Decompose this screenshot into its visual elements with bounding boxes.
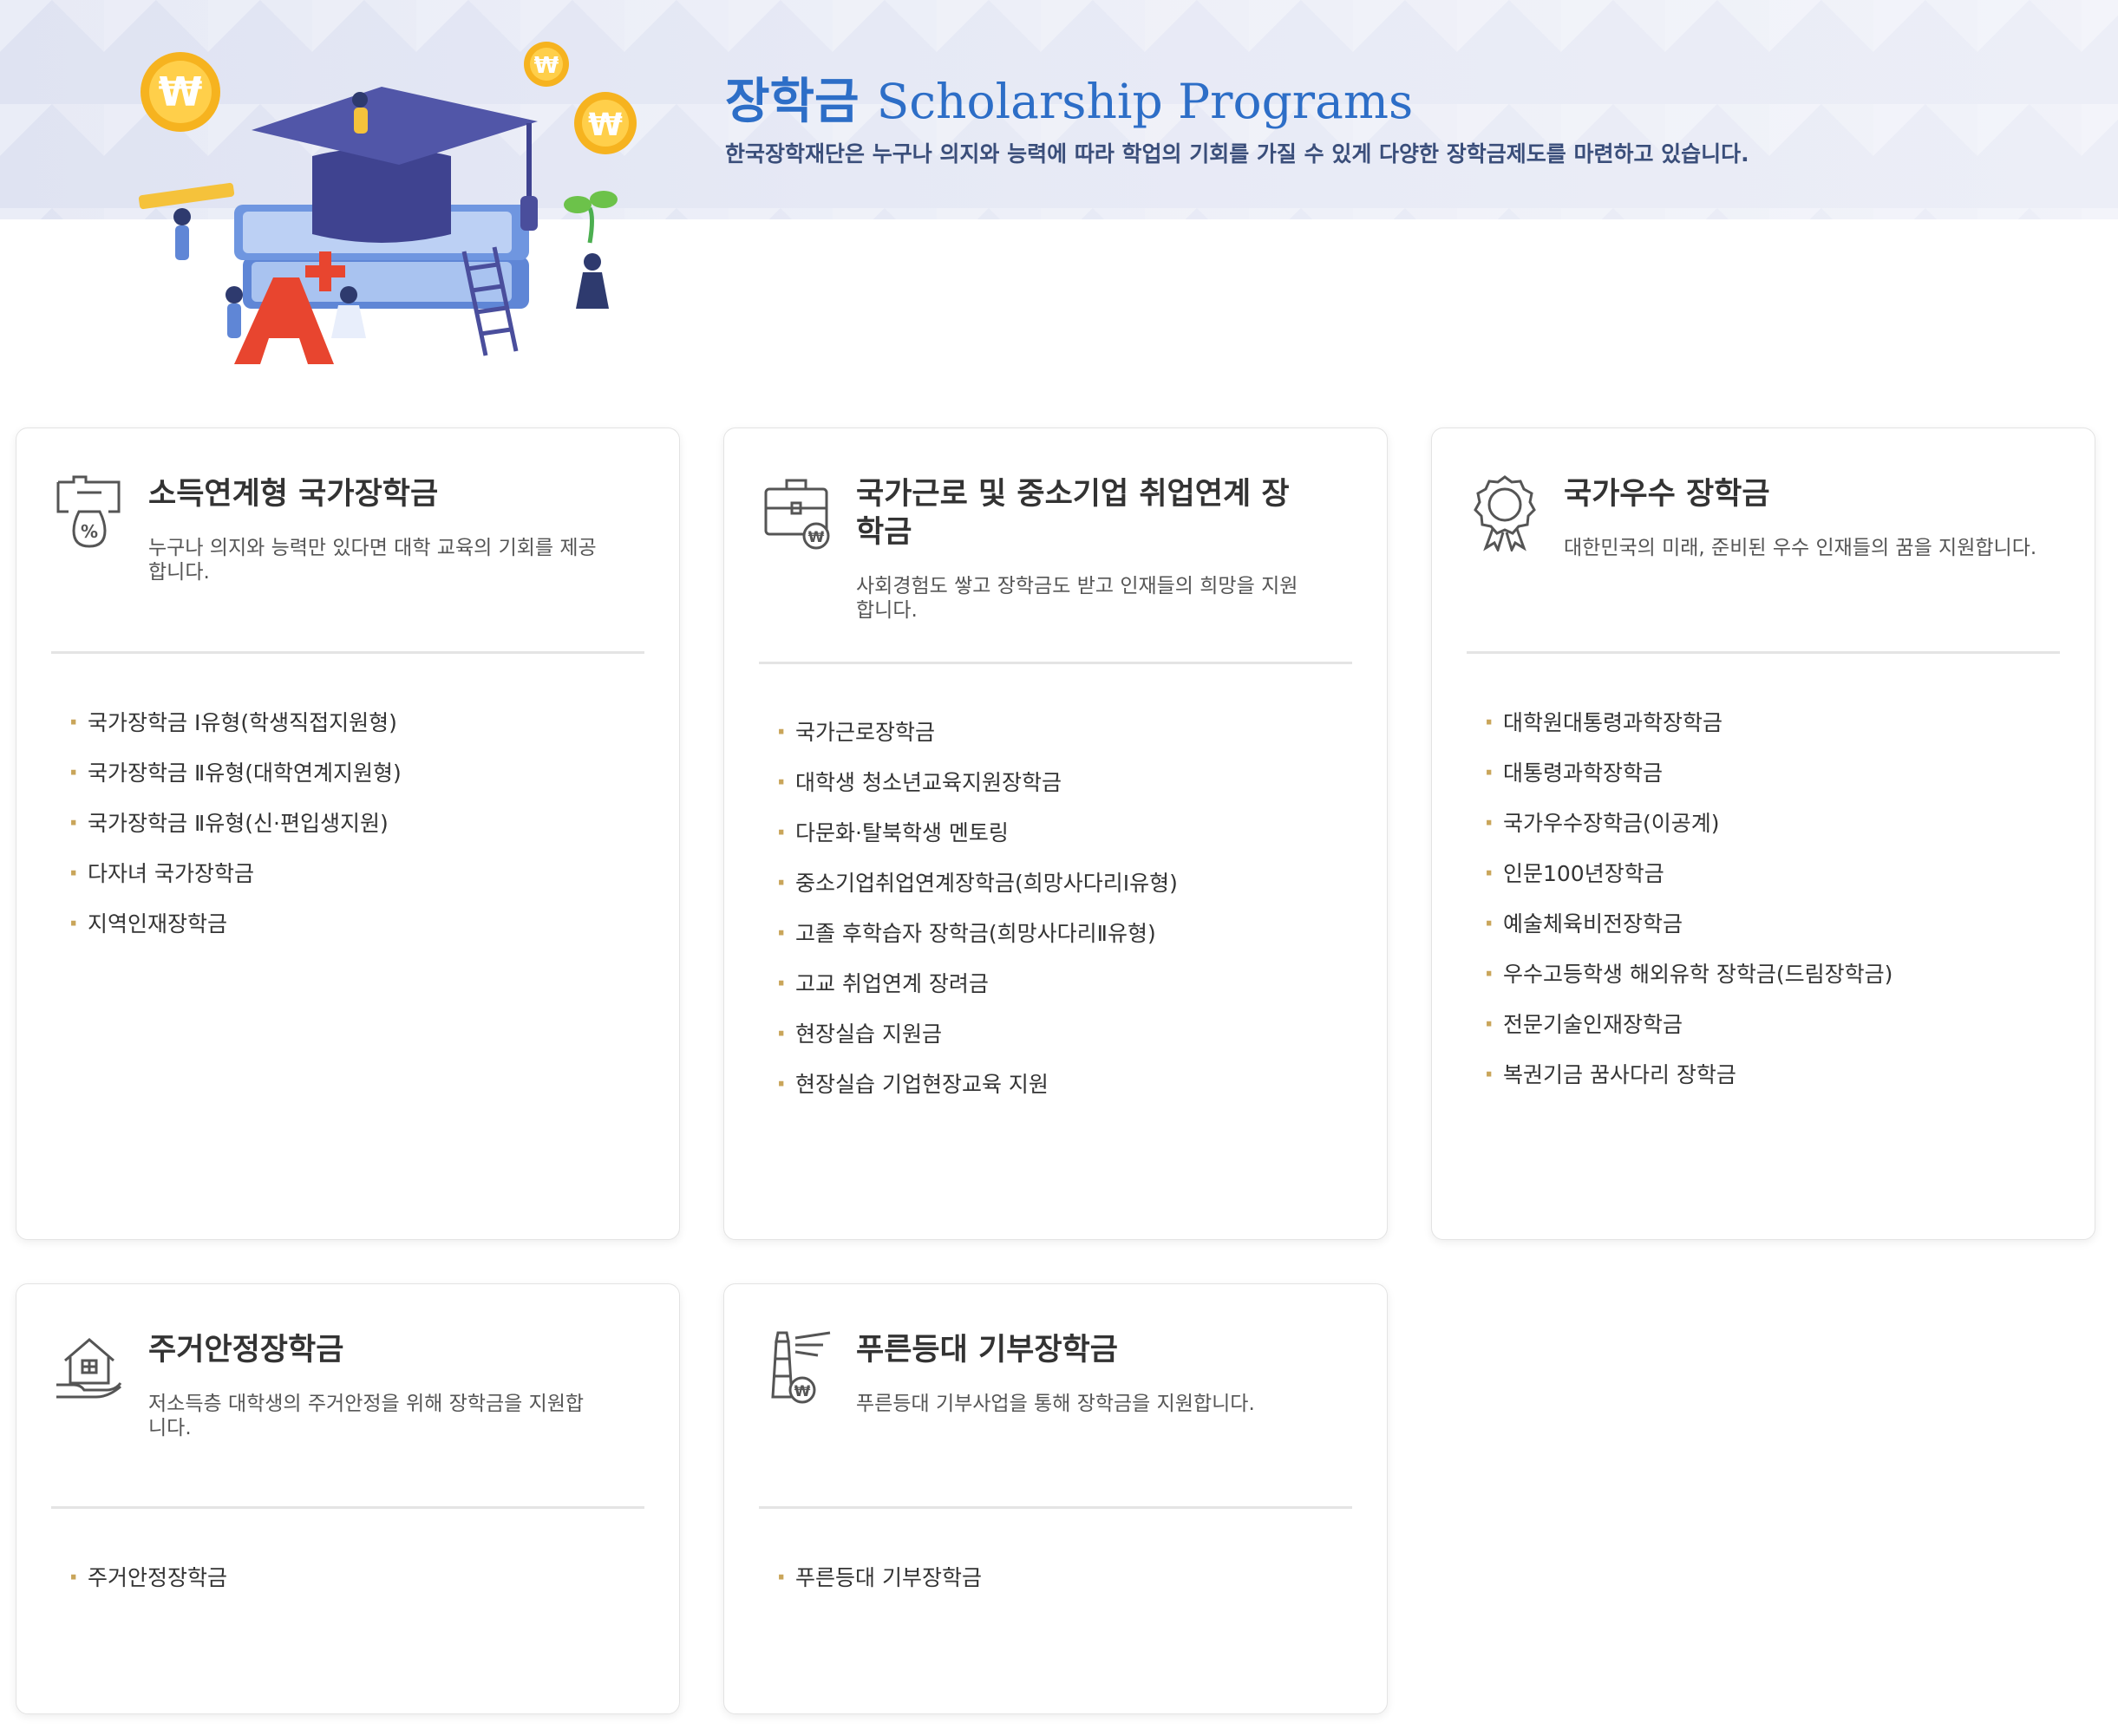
- card-link-list: 국가근로장학금 대학생 청소년교육지원장학금 다문화·탈북학생 멘토링 중소기업…: [776, 708, 1178, 1110]
- svg-text:₩: ₩: [588, 108, 623, 143]
- scholarship-link[interactable]: 푸른등대 기부장학금: [776, 1553, 982, 1603]
- svg-text:₩: ₩: [534, 53, 559, 79]
- money-bag-percent-icon: %: [56, 475, 121, 548]
- scholarship-link[interactable]: 복권기금 꿈사다리 장학금: [1484, 1050, 1892, 1100]
- scholarship-link[interactable]: 국가근로장학금: [776, 708, 1178, 758]
- scholarship-link[interactable]: 대학생 청소년교육지원장학금: [776, 758, 1178, 808]
- scholarship-link[interactable]: 우수고등학생 해외유학 장학금(드림장학금): [1484, 950, 1892, 1000]
- scholarship-link[interactable]: 예술체육비전장학금: [1484, 899, 1892, 950]
- scholarship-link[interactable]: 중소기업취업연계장학금(희망사다리Ⅰ유형): [776, 858, 1178, 909]
- scholarship-link[interactable]: 국가우수장학금(이공계): [1484, 799, 1892, 849]
- card-description: 대한민국의 미래, 준비된 우수 인재들의 꿈을 지원합니다.: [1564, 537, 2037, 559]
- card-divider: [51, 1506, 644, 1509]
- coin-icon: ₩: [141, 52, 220, 132]
- svg-text:₩: ₩: [794, 1383, 811, 1400]
- page-title-ko: 장학금: [725, 74, 860, 130]
- card-national-excellence: 국가우수 장학금 대한민국의 미래, 준비된 우수 인재들의 꿈을 지원합니다.…: [1431, 427, 2095, 1240]
- scholarship-link[interactable]: 전문기술인재장학금: [1484, 1000, 1892, 1050]
- card-description: 저소득층 대학생의 주거안정을 위해 장학금을 지원합니다.: [148, 1393, 585, 1439]
- card-description: 누구나 의지와 능력만 있다면 대학 교육의 기회를 제공합니다.: [148, 537, 597, 584]
- svg-text:₩: ₩: [159, 69, 203, 115]
- card-divider: [759, 662, 1352, 664]
- scholarship-link[interactable]: 현장실습 기업현장교육 지원: [776, 1060, 1178, 1110]
- scholarship-link[interactable]: 지역인재장학금: [69, 899, 402, 950]
- graduation-illustration: ₩ ₩ ₩: [138, 42, 637, 364]
- scholarship-link[interactable]: 고교 취업연계 장려금: [776, 959, 1178, 1009]
- scholarship-link[interactable]: 대통령과학장학금: [1484, 748, 1892, 799]
- svg-text:%: %: [81, 521, 98, 542]
- scholarship-link[interactable]: 인문100년장학금: [1484, 849, 1892, 899]
- house-hand-icon: [56, 1338, 122, 1399]
- card-work-study: ₩ 국가근로 및 중소기업 취업연계 장학금 사회경험도 쌓고 장학금도 받고 …: [723, 427, 1388, 1240]
- card-title: 국가우수 장학금: [1564, 477, 1770, 512]
- card-link-list: 푸른등대 기부장학금: [776, 1553, 982, 1603]
- page-title: 장학금 Scholarship Programs: [725, 62, 1413, 132]
- coin-icon: ₩: [524, 42, 569, 87]
- svg-text:₩: ₩: [808, 529, 825, 546]
- scholarship-link[interactable]: 주거안정장학금: [69, 1553, 227, 1603]
- card-divider: [1467, 651, 2060, 654]
- coin-icon: ₩: [574, 92, 637, 154]
- scholarship-link[interactable]: 다문화·탈북학생 멘토링: [776, 808, 1178, 858]
- scholarship-link[interactable]: 국가장학금 Ⅱ유형(대학연계지원형): [69, 748, 402, 799]
- card-link-list: 국가장학금 Ⅰ유형(학생직접지원형) 국가장학금 Ⅱ유형(대학연계지원형) 국가…: [69, 698, 402, 950]
- scholarship-link[interactable]: 국가장학금 Ⅱ유형(신·편입생지원): [69, 799, 402, 849]
- briefcase-won-icon: ₩: [764, 479, 830, 550]
- lighthouse-won-icon: ₩: [771, 1331, 831, 1404]
- page-title-en: Scholarship Programs: [876, 74, 1414, 129]
- card-title: 푸른등대 기부장학금: [856, 1333, 1118, 1367]
- medal-ribbon-icon: [1474, 475, 1536, 551]
- card-divider: [51, 651, 644, 654]
- card-housing: 주거안정장학금 저소득층 대학생의 주거안정을 위해 장학금을 지원합니다. 주…: [16, 1283, 680, 1714]
- card-income-linked: % 소득연계형 국가장학금 누구나 의지와 능력만 있다면 대학 교육의 기회를…: [16, 427, 680, 1240]
- page-subtitle: 한국장학재단은 누구나 의지와 능력에 따라 학업의 기회를 가질 수 있게 다…: [725, 141, 1749, 166]
- card-description: 푸른등대 기부사업을 통해 장학금을 지원합니다.: [856, 1393, 1255, 1415]
- card-title: 국가근로 및 중소기업 취업연계 장학금: [856, 477, 1290, 550]
- scholarship-link[interactable]: 국가장학금 Ⅰ유형(학생직접지원형): [69, 698, 402, 748]
- scholarship-link[interactable]: 대학원대통령과학장학금: [1484, 698, 1892, 748]
- card-link-list: 주거안정장학금: [69, 1553, 227, 1603]
- card-link-list: 대학원대통령과학장학금 대통령과학장학금 국가우수장학금(이공계) 인문100년…: [1484, 698, 1892, 1100]
- card-title: 주거안정장학금: [148, 1333, 344, 1367]
- card-title: 소득연계형 국가장학금: [148, 477, 439, 512]
- card-description: 사회경험도 쌓고 장학금도 받고 인재들의 희망을 지원합니다.: [856, 575, 1298, 622]
- scholarship-link[interactable]: 현장실습 지원금: [776, 1009, 1178, 1060]
- card-divider: [759, 1506, 1352, 1509]
- scholarship-link[interactable]: 고졸 후학습자 장학금(희망사다리Ⅱ유형): [776, 909, 1178, 959]
- card-blue-lighthouse: ₩ 푸른등대 기부장학금 푸른등대 기부사업을 통해 장학금을 지원합니다. 푸…: [723, 1283, 1388, 1714]
- scholarship-link[interactable]: 다자녀 국가장학금: [69, 849, 402, 899]
